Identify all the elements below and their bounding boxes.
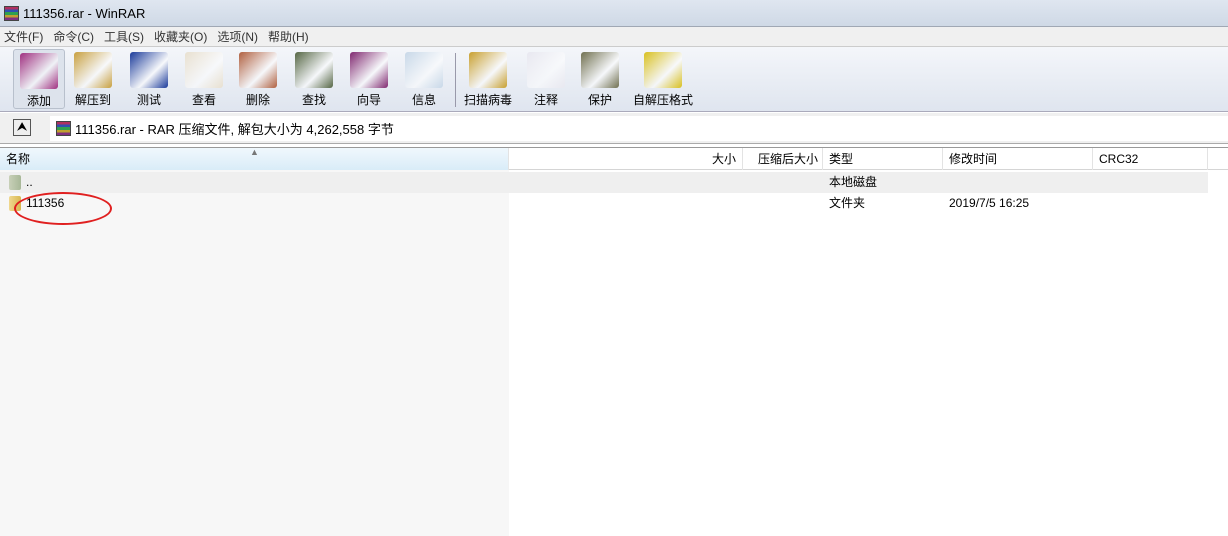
column-modified[interactable]: 修改时间: [943, 148, 1093, 170]
menu-favorites[interactable]: 收藏夹(O): [154, 28, 207, 45]
sfx-button[interactable]: 自解压格式: [630, 49, 696, 109]
address-field[interactable]: 111356.rar - RAR 压缩文件, 解包大小为 4,262,558 字…: [50, 116, 1228, 141]
up-folder-button[interactable]: ⮝: [13, 119, 31, 136]
test-button[interactable]: 测试: [123, 49, 175, 109]
column-size[interactable]: 大小: [509, 148, 743, 170]
column-name-label: 名称: [6, 152, 31, 166]
menu-help[interactable]: 帮助(H): [268, 28, 309, 45]
column-type[interactable]: 类型: [823, 148, 943, 170]
column-name[interactable]: 名称 ▲: [0, 147, 509, 170]
column-crc32[interactable]: CRC32: [1093, 148, 1208, 170]
menu-file[interactable]: 文件(F): [4, 28, 43, 45]
extract-to-button[interactable]: 解压到: [67, 49, 119, 109]
delete-icon: [239, 52, 277, 88]
add-archive-icon: [20, 53, 58, 89]
red-annotation-circle: [14, 192, 112, 225]
list-row-folder[interactable]: 111356 文件夹 2019/7/5 16:25: [0, 193, 1208, 214]
comment-button[interactable]: 注释: [520, 49, 572, 109]
virus-scan-icon: [469, 52, 507, 88]
rar-file-icon: [56, 121, 71, 136]
row-name: ..: [26, 175, 33, 189]
column-header: 名称 ▲ 大小 压缩后大小 类型 修改时间 CRC32: [0, 147, 1228, 170]
protect-icon: [581, 52, 619, 88]
row-type: 本地磁盘: [829, 175, 878, 189]
comment-icon: [527, 52, 565, 88]
add-button[interactable]: 添加: [13, 49, 65, 109]
toolbar: 添加 解压到 测试 查看 删除 查找 向导 信息 扫描病毒 注释 保护 自解压格…: [0, 46, 1228, 112]
delete-button[interactable]: 删除: [232, 49, 284, 109]
list-row-parent[interactable]: .. 本地磁盘: [0, 172, 1208, 193]
column-packed-size[interactable]: 压缩后大小: [743, 148, 823, 170]
info-icon: [405, 52, 443, 88]
extract-to-icon: [74, 52, 112, 88]
menu-commands[interactable]: 命令(C): [53, 28, 94, 45]
winrar-app-icon: [4, 5, 19, 21]
sort-arrow-icon: ▲: [250, 147, 259, 157]
title-bar: 111356.rar - WinRAR: [0, 0, 1228, 26]
row-type: 文件夹: [829, 196, 866, 210]
view-button[interactable]: 查看: [178, 49, 230, 109]
find-icon: [295, 52, 333, 88]
file-list[interactable]: 名称 ▲ 大小 压缩后大小 类型 修改时间 CRC32 .. 本地磁盘 11135…: [0, 147, 1228, 536]
toolbar-separator: [455, 53, 456, 107]
menu-bar: 文件(F) 命令(C) 工具(S) 收藏夹(O) 选项(N) 帮助(H): [0, 26, 1228, 46]
virus-scan-button[interactable]: 扫描病毒: [460, 49, 516, 109]
menu-tools[interactable]: 工具(S): [104, 28, 144, 45]
wizard-icon: [350, 52, 388, 88]
sfx-icon: [644, 52, 682, 88]
menu-options[interactable]: 选项(N): [217, 28, 258, 45]
find-button[interactable]: 查找: [288, 49, 340, 109]
address-bar: ⮝ 111356.rar - RAR 压缩文件, 解包大小为 4,262,558…: [0, 113, 1228, 144]
protect-button[interactable]: 保护: [574, 49, 626, 109]
view-icon: [185, 52, 223, 88]
address-text: 111356.rar - RAR 压缩文件, 解包大小为 4,262,558 字…: [75, 122, 394, 137]
test-icon: [130, 52, 168, 88]
row-modified: 2019/7/5 16:25: [949, 196, 1030, 210]
window-title: 111356.rar - WinRAR: [23, 5, 146, 21]
info-button[interactable]: 信息: [398, 49, 450, 109]
wizard-button[interactable]: 向导: [343, 49, 395, 109]
